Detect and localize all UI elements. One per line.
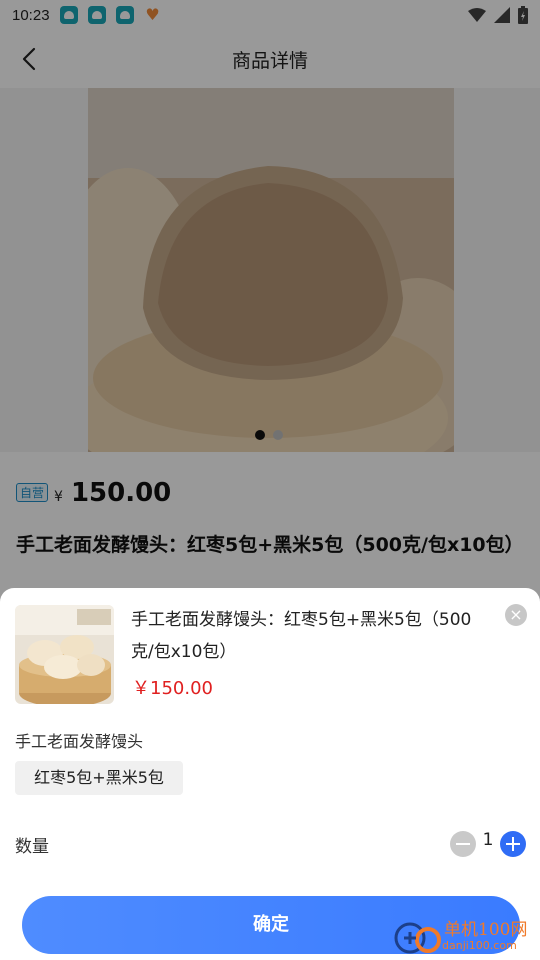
watermark: 单机100网 danji100.com	[392, 912, 540, 960]
quantity-value[interactable]: 1	[478, 830, 498, 850]
spec-option-chip[interactable]: 红枣5包+黑米5包	[15, 761, 183, 795]
watermark-text: 单机100网	[444, 919, 528, 940]
watermark-text-block: 单机100网 danji100.com	[442, 921, 527, 952]
sku-selection-sheet: 手工老面发酵馒头：红枣5包+黑米5包（500克/包x10包） ￥150.00 ×…	[0, 588, 540, 960]
watermark-url: danji100.com	[442, 938, 517, 952]
quantity-decrease-button[interactable]	[450, 831, 476, 857]
watermark-logo-icon	[394, 922, 441, 954]
thumbnail-image	[15, 605, 114, 704]
sheet-product-title: 手工老面发酵馒头：红枣5包+黑米5包（500克/包x10包）	[131, 610, 472, 662]
close-icon[interactable]: ×	[505, 604, 527, 626]
sheet-product-price: ￥150.00	[132, 678, 213, 699]
quantity-label: 数量	[15, 837, 49, 857]
quantity-increase-button[interactable]	[500, 831, 526, 857]
product-thumbnail	[15, 605, 114, 704]
spec-group-label: 手工老面发酵馒头	[15, 732, 144, 751]
